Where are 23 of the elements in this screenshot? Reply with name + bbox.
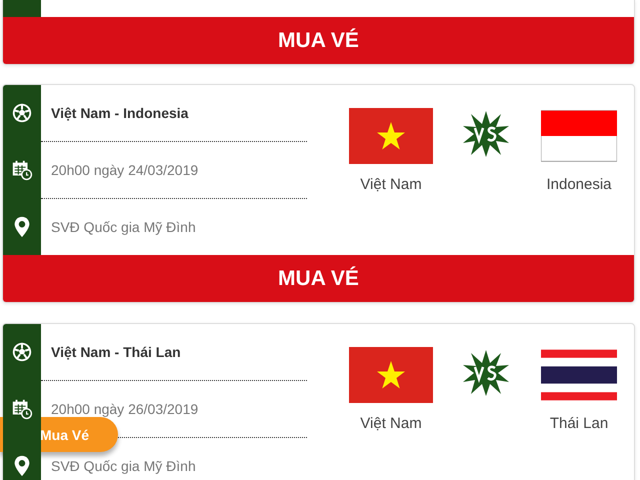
flag-icon xyxy=(541,108,617,164)
match-venue: SVĐ Quốc gia Mỹ Đình xyxy=(51,219,196,235)
team-name: Thái Lan xyxy=(550,415,608,432)
flag-icon xyxy=(349,347,433,403)
soccer-ball-icon xyxy=(11,102,33,124)
versus-burst-icon xyxy=(461,109,511,159)
versus-burst-icon xyxy=(461,348,511,398)
buy-ticket-button[interactable]: MUA VÉ xyxy=(3,17,634,64)
flag-icon xyxy=(349,108,433,164)
match-title: Việt Nam - Indonesia xyxy=(51,105,188,121)
side-strip xyxy=(3,0,41,17)
match-venue: SVĐ Quốc gia Mỹ Đình xyxy=(51,458,196,474)
calendar-clock-icon xyxy=(11,158,33,181)
team-name: Việt Nam xyxy=(360,176,422,193)
match-time: 20h00 ngày 26/03/2019 xyxy=(51,401,198,417)
match-time: 20h00 ngày 24/03/2019 xyxy=(51,162,198,178)
team-name: Indonesia xyxy=(546,176,612,193)
calendar-clock-icon xyxy=(11,398,33,420)
soccer-ball-icon xyxy=(11,341,33,364)
flag-icon xyxy=(541,347,617,403)
buy-ticket-button[interactable]: MUA VÉ xyxy=(3,255,634,302)
match-title: Việt Nam - Thái Lan xyxy=(51,344,181,360)
team-name: Việt Nam xyxy=(360,415,422,432)
